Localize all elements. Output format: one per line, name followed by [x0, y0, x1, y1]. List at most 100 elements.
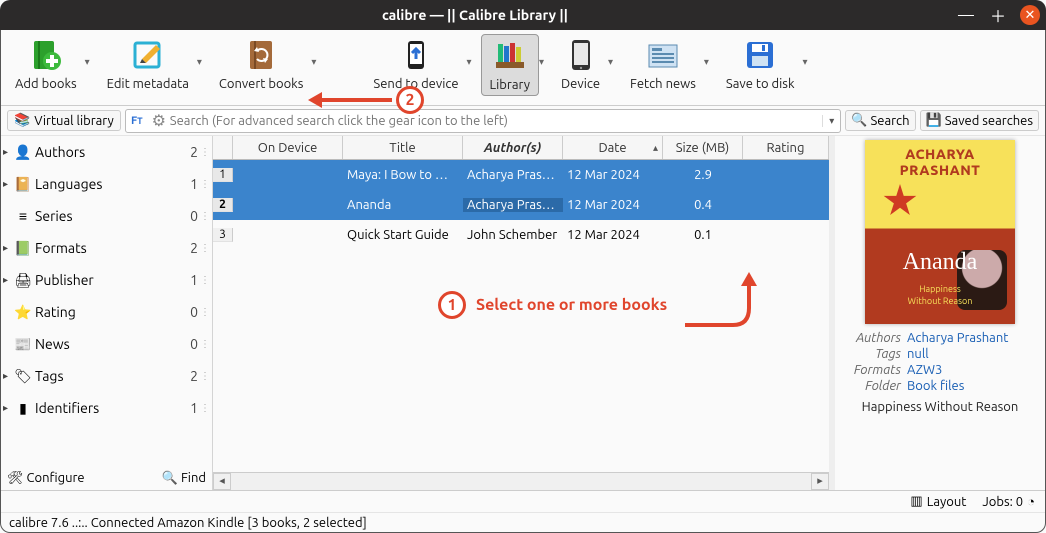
drag-handle-icon[interactable]: ⋮ — [200, 373, 208, 379]
category-series[interactable]: ≡Series0⋮ — [1, 200, 212, 232]
edit-metadata-button[interactable]: Edit metadata — [99, 34, 197, 94]
main-area: ▸👤Authors2⋮▸📔Languages1⋮≡Series0⋮▸📗Forma… — [1, 136, 1045, 490]
search-input[interactable] — [170, 114, 822, 128]
layout-button[interactable]: ▥ Layout — [910, 494, 966, 509]
scroll-right-arrow[interactable]: ▸ — [811, 473, 829, 490]
find-button[interactable]: 🔍 Find — [162, 471, 206, 486]
category-tags[interactable]: ▸🏷Tags2⋮ — [1, 360, 212, 392]
category-count: 1 — [176, 176, 200, 192]
send-to-device-button[interactable]: Send to device — [365, 34, 466, 94]
cover-image[interactable]: ACHARYA PRASHANT Ananda Happiness Withou… — [865, 140, 1015, 324]
expand-icon[interactable]: ▸ — [3, 274, 13, 286]
category-languages[interactable]: ▸📔Languages1⋮ — [1, 168, 212, 200]
drag-handle-icon[interactable]: ⋮ — [200, 149, 208, 155]
bestseller-star-icon — [883, 184, 917, 218]
col-authors[interactable]: Author(s) — [463, 136, 563, 159]
expand-icon[interactable]: ▸ — [3, 370, 13, 382]
fetch-news-button[interactable]: Fetch news — [622, 34, 704, 94]
search-button[interactable]: 🔍 Search — [845, 110, 915, 131]
maximize-button[interactable]: ＋ — [988, 5, 1008, 25]
close-button[interactable]: ✕ — [1020, 5, 1040, 25]
detail-folder-link[interactable]: Book files — [907, 379, 964, 393]
detail-authors-link[interactable]: Acharya Prashant — [907, 331, 1008, 345]
category-count: 1 — [176, 400, 200, 416]
edit-metadata-dropdown[interactable]: ▾ — [197, 34, 211, 68]
cell-author: John Schember — [463, 228, 563, 242]
drag-handle-icon[interactable]: ⋮ — [200, 341, 208, 347]
category-identifiers[interactable]: ▸▮Identifiers1⋮ — [1, 392, 212, 424]
category-formats[interactable]: ▸📗Formats2⋮ — [1, 232, 212, 264]
category-news[interactable]: 📰News0⋮ — [1, 328, 212, 360]
virtual-library-button[interactable]: 📚 Virtual library — [7, 110, 121, 131]
row-header[interactable]: 1 — [213, 168, 233, 182]
fulltext-search-icon[interactable]: FT — [126, 115, 148, 127]
cell-size: 0.1 — [663, 228, 743, 242]
add-books-dropdown[interactable]: ▾ — [85, 34, 99, 68]
status-bar: calibre 7.6 ..:.. Connected Amazon Kindl… — [1, 512, 1045, 532]
add-books-button[interactable]: Add books — [7, 34, 85, 94]
fetch-news-dropdown[interactable]: ▾ — [704, 34, 718, 68]
series-icon: ≡ — [13, 208, 33, 224]
drag-handle-icon[interactable]: ⋮ — [200, 213, 208, 219]
row-header[interactable]: 2 — [213, 198, 233, 212]
detail-tags-link[interactable]: null — [907, 347, 929, 361]
drag-handle-icon[interactable]: ⋮ — [200, 245, 208, 251]
send-to-device-dropdown[interactable]: ▾ — [467, 34, 481, 68]
table-row[interactable]: 3Quick Start GuideJohn Schember12 Mar 20… — [213, 220, 829, 250]
category-count: 0 — [176, 208, 200, 224]
library-button[interactable]: Library — [481, 34, 539, 96]
save-to-disk-button[interactable]: Save to disk — [718, 34, 803, 94]
cell-date: 12 Mar 2024 — [563, 168, 663, 182]
detail-formats-link[interactable]: AZW3 — [907, 363, 942, 377]
category-publisher[interactable]: ▸🖨Publisher1⋮ — [1, 264, 212, 296]
device-dropdown[interactable]: ▾ — [608, 34, 622, 68]
col-size[interactable]: Size (MB) — [663, 136, 743, 159]
category-authors[interactable]: ▸👤Authors2⋮ — [1, 136, 212, 168]
category-count: 0 — [176, 304, 200, 320]
category-count: 1 — [176, 272, 200, 288]
expand-icon[interactable]: ▸ — [3, 178, 13, 190]
drag-handle-icon[interactable]: ⋮ — [200, 405, 208, 411]
horizontal-scrollbar[interactable]: ◂ ▸ — [213, 472, 829, 490]
formats-icon: 📗 — [13, 240, 33, 257]
search-history-dropdown[interactable]: ▾ — [822, 115, 840, 127]
drag-handle-icon[interactable]: ⋮ — [200, 309, 208, 315]
expand-icon[interactable]: ▸ — [3, 402, 13, 414]
library-dropdown[interactable]: ▾ — [539, 34, 553, 68]
scroll-left-arrow[interactable]: ◂ — [213, 473, 231, 490]
drag-handle-icon[interactable]: ⋮ — [200, 181, 208, 187]
convert-books-button[interactable]: Convert books — [211, 34, 312, 94]
tag-browser: ▸👤Authors2⋮▸📔Languages1⋮≡Series0⋮▸📗Forma… — [1, 136, 213, 490]
category-count: 0 — [176, 336, 200, 352]
device-button[interactable]: Device — [553, 34, 608, 94]
saved-searches-button[interactable]: 💾 Saved searches — [920, 110, 1039, 131]
tags-icon: 🏷 — [13, 368, 33, 385]
drag-handle-icon[interactable]: ⋮ — [200, 277, 208, 283]
convert-books-icon — [243, 37, 279, 73]
titlebar: calibre — || Calibre Library || — ＋ ✕ — [0, 0, 1046, 30]
col-rating[interactable]: Rating — [743, 136, 829, 159]
convert-books-dropdown[interactable]: ▾ — [311, 34, 325, 68]
col-title[interactable]: Title — [343, 136, 463, 159]
category-label: News — [33, 336, 176, 352]
book-list: On Device Title Author(s) Date▴ Size (MB… — [213, 136, 835, 490]
category-label: Publisher — [33, 272, 176, 288]
save-to-disk-icon — [742, 37, 778, 73]
table-row[interactable]: 2AnandaAcharya Pras…12 Mar 20240.4 — [213, 190, 829, 220]
configure-button[interactable]: 🛠 Configure — [7, 471, 85, 486]
expand-icon[interactable]: ▸ — [3, 242, 13, 254]
cell-author: Acharya Pras… — [463, 198, 563, 212]
save-to-disk-dropdown[interactable]: ▾ — [803, 34, 817, 68]
col-date[interactable]: Date▴ — [563, 136, 663, 159]
col-on-device[interactable]: On Device — [233, 136, 343, 159]
jobs-button[interactable]: Jobs: 0 ◔ — [982, 494, 1035, 509]
table-row[interactable]: 1Maya: I Bow to …Acharya Pras…12 Mar 202… — [213, 160, 829, 190]
category-rating[interactable]: ⭐Rating0⋮ — [1, 296, 212, 328]
category-label: Series — [33, 208, 176, 224]
advanced-search-gear-icon[interactable]: ⚙ — [148, 111, 170, 130]
category-label: Authors — [33, 144, 176, 160]
edit-metadata-icon — [130, 37, 166, 73]
row-header[interactable]: 3 — [213, 228, 233, 242]
expand-icon[interactable]: ▸ — [3, 146, 13, 158]
minimize-button[interactable]: — — [956, 5, 976, 25]
